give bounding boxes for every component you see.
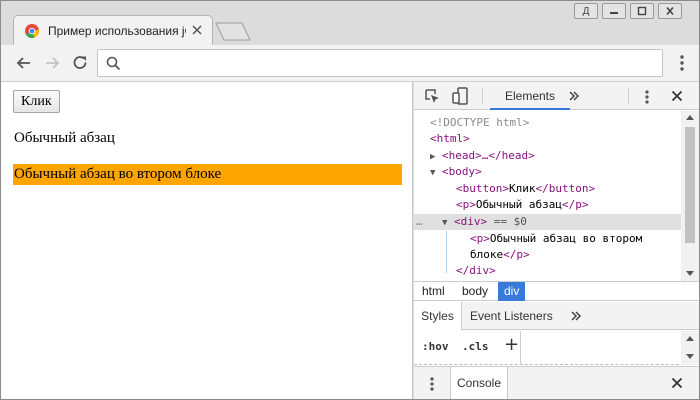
add-style-rule-button[interactable]: +: [504, 334, 519, 355]
div-tag: <div>: [454, 215, 488, 228]
p-open-tag: <p>: [456, 198, 476, 211]
indent-guide: [446, 231, 447, 273]
page-viewport: Клик Обычный абзац Обычный абзац во втор…: [1, 82, 413, 399]
styles-tabs: Styles Event Listeners: [414, 302, 699, 330]
search-icon: [106, 56, 121, 71]
row-ellipsis: …: [416, 215, 423, 228]
div-close-tag: </div>: [456, 264, 496, 277]
browser-toolbar: [1, 45, 699, 82]
breadcrumb-html[interactable]: html: [416, 282, 451, 301]
chevron-double-right-icon[interactable]: [568, 90, 580, 102]
tree-button[interactable]: <button>Клик</button>: [414, 181, 681, 197]
tab-strip: Пример использования jQuery Д: [1, 1, 699, 45]
new-tab-button[interactable]: [215, 22, 251, 41]
html-tag: <html>: [430, 132, 470, 145]
devtools-menu-icon[interactable]: [642, 89, 652, 105]
p1-text: Обычный абзац: [475, 198, 562, 211]
tab-console[interactable]: Console: [450, 367, 508, 399]
drawer-menu-icon[interactable]: [429, 376, 435, 392]
profile-label: Д: [582, 5, 590, 17]
close-drawer-icon[interactable]: [671, 377, 683, 389]
devtools-panel: Elements <!DOCTYPE html> <html> ▶ <head>…: [414, 82, 699, 399]
paragraph-first: Обычный абзац: [14, 130, 115, 146]
tree-paragraph-2-cont[interactable]: блоке</p>: [414, 247, 681, 263]
address-bar[interactable]: [97, 49, 663, 77]
profile-button[interactable]: Д: [574, 3, 598, 19]
styles-divider: [520, 331, 521, 365]
tree-div-close[interactable]: </div>: [414, 263, 681, 279]
console-drawer: Console: [414, 366, 699, 399]
p2-text: Обычный абзац во втором: [489, 232, 643, 245]
breadcrumb: html body div: [414, 281, 699, 301]
tree-doctype[interactable]: <!DOCTYPE html>: [414, 115, 681, 131]
p-close-tag: </p>: [503, 248, 530, 261]
styles-scrollbar[interactable]: [681, 331, 699, 365]
reload-icon[interactable]: [71, 54, 89, 72]
p2-text-cont: блоке: [470, 248, 504, 261]
scroll-up-icon[interactable]: [686, 114, 694, 122]
doctype-text: <!DOCTYPE html>: [430, 116, 530, 129]
button-close-tag: </button>: [535, 182, 596, 195]
toolbar-separator: [482, 88, 483, 104]
browser-tab[interactable]: Пример использования jQuery: [13, 15, 213, 45]
close-window-button[interactable]: [658, 3, 682, 19]
button-open-tag: <button>: [456, 182, 509, 195]
collapse-triangle-icon[interactable]: ▼: [430, 165, 442, 181]
p-close-tag: </p>: [561, 198, 589, 211]
tree-body[interactable]: ▼ <body>: [414, 164, 681, 180]
cls-toggle[interactable]: .cls: [462, 340, 489, 353]
close-icon: [666, 6, 674, 16]
maximize-button[interactable]: [630, 3, 654, 19]
tree-html[interactable]: <html>: [414, 131, 681, 147]
scroll-down-icon[interactable]: [686, 352, 694, 360]
collapse-triangle-icon[interactable]: ▼: [442, 215, 454, 231]
close-devtools-icon[interactable]: [671, 90, 683, 102]
elements-scrollbar[interactable]: [681, 111, 699, 281]
inspect-element-icon[interactable]: [424, 88, 441, 105]
menu-icon[interactable]: [675, 54, 689, 72]
hov-toggle[interactable]: :hov: [422, 340, 449, 353]
back-icon[interactable]: [15, 54, 33, 72]
paragraph-second: Обычный абзац во втором блоке: [14, 166, 222, 182]
click-button[interactable]: Клик: [13, 90, 60, 113]
tree-head[interactable]: ▶ <head>…</head>: [414, 148, 681, 164]
body-tag: <body>: [442, 165, 482, 178]
scroll-down-icon[interactable]: [686, 269, 694, 277]
p-open-tag: <p>: [470, 232, 490, 245]
tree-div-selected[interactable]: … ▼ <div> == $0: [414, 214, 681, 230]
elements-tree: <!DOCTYPE html> <html> ▶ <head>…</head> ▼…: [414, 111, 681, 281]
toolbar-separator: [628, 88, 629, 104]
breadcrumb-div[interactable]: div: [498, 282, 526, 301]
scrollbar-thumb[interactable]: [685, 127, 695, 243]
browser-window: Пример использования jQuery Д: [0, 0, 700, 400]
tree-paragraph-2[interactable]: <p>Обычный абзац во втором: [414, 231, 681, 247]
highlighted-block: Обычный абзац во втором блоке: [13, 164, 402, 185]
breadcrumb-body[interactable]: body: [456, 282, 494, 301]
forward-icon[interactable]: [43, 54, 61, 72]
minimize-button[interactable]: [602, 3, 626, 19]
head-tag: <head>…</head>: [442, 149, 535, 162]
expand-triangle-icon[interactable]: ▶: [430, 149, 442, 165]
button-text: Клик: [508, 182, 536, 195]
tab-elements[interactable]: Elements: [490, 82, 570, 110]
close-tab-icon[interactable]: [191, 24, 203, 36]
chevron-double-right-icon[interactable]: [570, 310, 582, 322]
styles-filter-bar: :hov .cls +: [414, 331, 699, 365]
tab-title: Пример использования jQuery: [48, 23, 186, 38]
selected-marker: == $0: [487, 215, 527, 228]
minimize-icon: [610, 12, 618, 14]
chrome-icon: [25, 23, 40, 38]
address-input[interactable]: [128, 53, 648, 73]
tab-styles[interactable]: Styles: [414, 302, 462, 330]
scroll-up-icon[interactable]: [686, 335, 694, 343]
tree-paragraph[interactable]: <p>Обычный абзац</p>: [414, 197, 681, 213]
maximize-icon: [637, 6, 647, 16]
devtools-toolbar: Elements: [414, 82, 699, 110]
device-toolbar-icon[interactable]: [452, 87, 469, 105]
tab-event-listeners[interactable]: Event Listeners: [470, 302, 553, 330]
